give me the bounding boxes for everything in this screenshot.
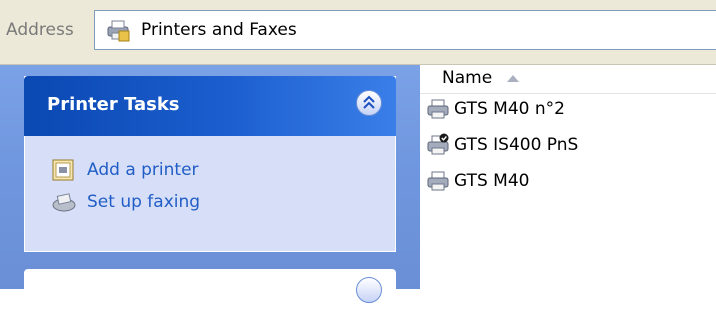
list-item[interactable]: GTS IS400 PnS — [426, 132, 578, 158]
printer-icon — [426, 169, 450, 193]
address-input[interactable]: Printers and Faxes — [94, 10, 716, 50]
add-printer-icon — [51, 158, 77, 182]
printers-folder-icon — [105, 18, 131, 42]
sort-ascending-icon — [507, 75, 520, 82]
printer-tasks-header[interactable]: Printer Tasks — [24, 76, 396, 136]
collapse-button[interactable] — [356, 90, 382, 116]
name-column-header[interactable]: Name — [420, 65, 716, 94]
printer-list: Name GTS M40 n°2 GTS IS400 PnS GTS M40 — [420, 65, 716, 289]
printer-name: GTS M40 — [454, 171, 530, 191]
setup-faxing-link[interactable]: Set up faxing — [51, 188, 200, 216]
printer-icon — [426, 133, 450, 157]
setup-faxing-label: Set up faxing — [87, 192, 201, 212]
printer-name: GTS IS400 PnS — [454, 135, 579, 155]
address-value: Printers and Faxes — [141, 20, 297, 40]
second-tasks-panel — [24, 269, 396, 309]
address-bar: Address Printers and Faxes — [0, 0, 716, 65]
chevron-up-double-icon — [363, 95, 375, 109]
printer-tasks-title: Printer Tasks — [47, 94, 180, 115]
list-item[interactable]: GTS M40 — [426, 168, 529, 194]
printer-name: GTS M40 n°2 — [454, 99, 565, 119]
add-printer-label: Add a printer — [87, 160, 199, 180]
name-column-label: Name — [442, 68, 493, 88]
add-printer-link[interactable]: Add a printer — [51, 156, 199, 184]
list-item[interactable]: GTS M40 n°2 — [426, 96, 565, 122]
default-printer-check-icon — [439, 133, 449, 143]
task-pane: Printer Tasks Add a printer Set up faxin… — [0, 65, 420, 309]
printer-icon — [426, 97, 450, 121]
fax-icon — [51, 190, 77, 214]
address-label: Address — [6, 20, 74, 40]
printer-tasks-panel: Printer Tasks Add a printer Set up faxin… — [24, 76, 396, 252]
collapse-button-2[interactable] — [356, 277, 382, 303]
